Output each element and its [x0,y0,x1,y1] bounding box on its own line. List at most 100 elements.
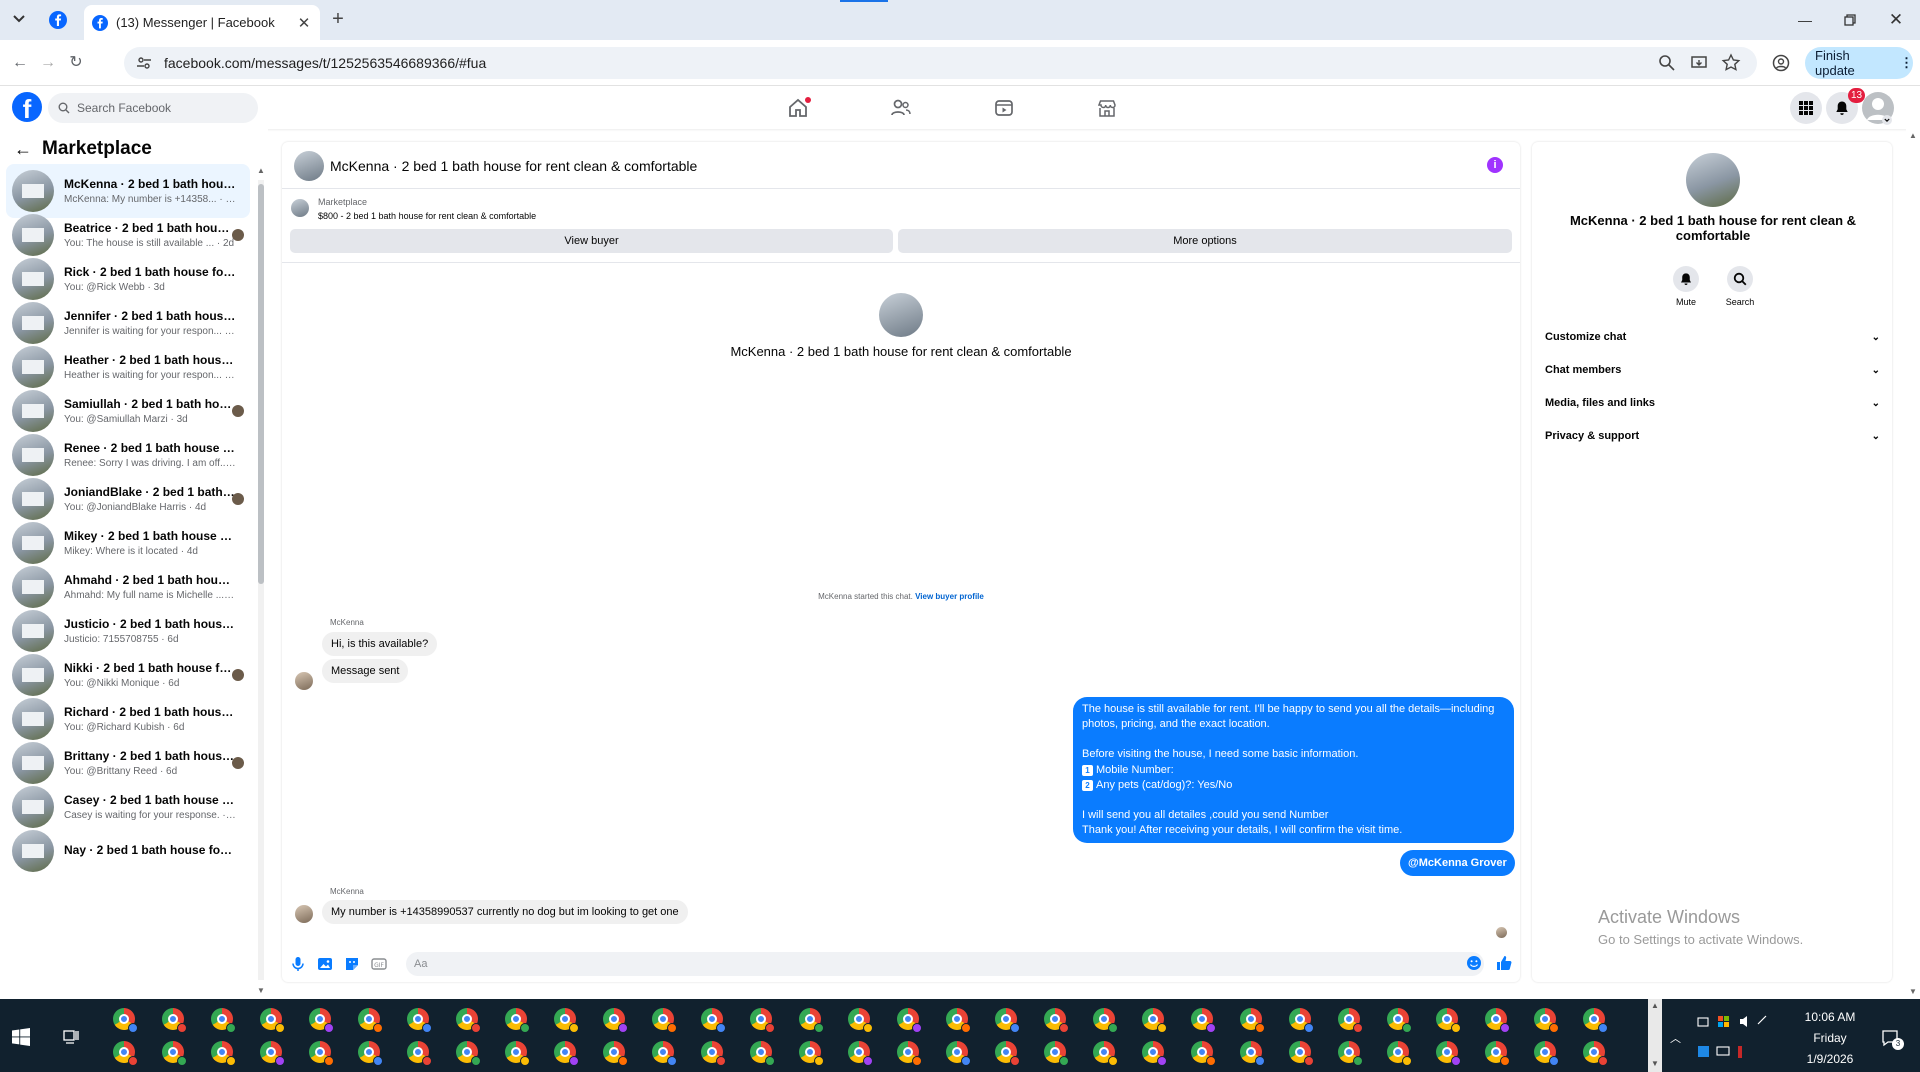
view-buyer-button[interactable]: View buyer [290,229,893,253]
outgoing-message[interactable]: The house is still available for rent. I… [1073,697,1514,843]
install-app-icon[interactable] [1689,53,1709,73]
chrome-profile-taskbar-icon[interactable] [897,1008,922,1033]
chrome-profile-taskbar-icon[interactable] [701,1041,726,1066]
chrome-profile-taskbar-icon[interactable] [1044,1041,1069,1066]
chrome-profile-taskbar-icon[interactable] [1142,1008,1167,1033]
photo-icon[interactable] [316,955,334,973]
chrome-profile-taskbar-icon[interactable] [1338,1008,1363,1033]
gif-icon[interactable]: GIF [370,955,388,973]
chrome-profile-taskbar-icon[interactable] [505,1008,530,1033]
chrome-profile-taskbar-icon[interactable] [211,1041,236,1066]
chrome-profile-taskbar-icon[interactable] [1093,1008,1118,1033]
scroll-up-icon[interactable]: ▲ [1651,1001,1659,1010]
marketplace-icon[interactable] [1095,96,1119,120]
chrome-profile-taskbar-icon[interactable] [113,1041,138,1066]
chrome-profile-taskbar-icon[interactable] [1583,1008,1608,1033]
incoming-message[interactable]: My number is +14358990537 currently no d… [322,900,688,924]
chrome-profile-taskbar-icon[interactable] [1240,1041,1265,1066]
show-hidden-icons-icon[interactable]: ︿ [1670,1030,1681,1046]
chrome-profile-taskbar-icon[interactable] [358,1041,383,1066]
finish-update-button[interactable]: Finish update ⋮ [1805,47,1913,79]
chrome-profile-taskbar-icon[interactable] [750,1008,775,1033]
chrome-profile-taskbar-icon[interactable] [1485,1041,1510,1066]
chrome-profile-taskbar-icon[interactable] [946,1008,971,1033]
chat-header-avatar[interactable] [294,151,324,181]
account-chevron-icon[interactable] [1882,115,1892,125]
chrome-profile-taskbar-icon[interactable] [1289,1008,1314,1033]
taskbar-scrollbar[interactable]: ▲ ▼ [1648,999,1662,1072]
chrome-profile-taskbar-icon[interactable] [1387,1041,1412,1066]
scroll-down-icon[interactable]: ▼ [257,986,265,995]
scroll-down-icon[interactable]: ▼ [1909,987,1917,996]
section-media-files-links[interactable]: Media, files and links ⌄ [1545,393,1880,413]
back-arrow-icon[interactable]: ← [14,140,34,160]
chrome-profile-taskbar-icon[interactable] [1338,1041,1363,1066]
chrome-profile-taskbar-icon[interactable] [848,1041,873,1066]
chrome-profile-taskbar-icon[interactable] [995,1008,1020,1033]
chrome-profile-taskbar-icon[interactable] [1093,1041,1118,1066]
chrome-profile-taskbar-icon[interactable] [260,1041,285,1066]
microphone-icon[interactable] [289,955,307,973]
conversation-item[interactable]: Nay · 2 bed 1 bath house for re... [6,824,250,878]
chrome-profile-taskbar-icon[interactable] [652,1008,677,1033]
chrome-profile-taskbar-icon[interactable] [260,1008,285,1033]
chrome-profile-taskbar-icon[interactable] [309,1008,334,1033]
chrome-profile-taskbar-icon[interactable] [1534,1041,1559,1066]
profile-icon[interactable] [1771,53,1791,73]
listing-thumbnail[interactable] [291,199,309,217]
page-scrollbar[interactable]: ▲ ▼ [1906,129,1920,999]
chrome-profile-taskbar-icon[interactable] [1485,1008,1510,1033]
chrome-profile-taskbar-icon[interactable] [1044,1008,1069,1033]
chrome-profile-taskbar-icon[interactable] [799,1008,824,1033]
chat-title[interactable]: McKenna · 2 bed 1 bath house for rent cl… [330,158,697,174]
clock-day[interactable]: Friday [1800,1031,1860,1045]
chrome-profile-taskbar-icon[interactable] [946,1041,971,1066]
view-buyer-profile-link[interactable]: View buyer profile [915,592,984,601]
chrome-profile-taskbar-icon[interactable] [603,1041,628,1066]
chrome-profile-taskbar-icon[interactable] [1191,1008,1216,1033]
address-bar[interactable]: facebook.com/messages/t/1252563546689366… [124,47,1757,79]
active-tab[interactable]: (13) Messenger | Facebook ✕ [84,5,320,40]
chrome-profile-taskbar-icon[interactable] [309,1041,334,1066]
chrome-profile-taskbar-icon[interactable] [1387,1008,1412,1033]
chrome-profile-taskbar-icon[interactable] [113,1008,138,1033]
chrome-profile-taskbar-icon[interactable] [1240,1008,1265,1033]
chrome-profile-taskbar-icon[interactable] [848,1008,873,1033]
more-options-button[interactable]: More options [898,229,1512,253]
chrome-profile-taskbar-icon[interactable] [1191,1041,1216,1066]
chrome-profile-taskbar-icon[interactable] [505,1041,530,1066]
chrome-profile-taskbar-icon[interactable] [211,1008,236,1033]
chrome-profile-taskbar-icon[interactable] [1436,1041,1461,1066]
section-customize-chat[interactable]: Customize chat ⌄ [1545,327,1880,347]
mute-button[interactable]: Mute [1666,266,1706,307]
menu-grid-button[interactable] [1790,92,1822,124]
chrome-profile-taskbar-icon[interactable] [554,1008,579,1033]
chrome-profile-taskbar-icon[interactable] [1289,1041,1314,1066]
chrome-profile-taskbar-icon[interactable] [456,1008,481,1033]
sender-avatar[interactable] [295,905,313,923]
chrome-profile-taskbar-icon[interactable] [652,1041,677,1066]
info-avatar[interactable] [1686,153,1740,207]
section-privacy-support[interactable]: Privacy & support ⌄ [1545,426,1880,446]
chrome-profile-taskbar-icon[interactable] [554,1041,579,1066]
chrome-profile-taskbar-icon[interactable] [603,1008,628,1033]
close-window-button[interactable]: ✕ [1884,8,1908,32]
outgoing-mention-message[interactable]: @McKenna Grover [1400,850,1515,876]
sender-avatar[interactable] [295,672,313,690]
sticker-icon[interactable] [343,955,361,973]
scrollbar-thumb[interactable] [258,184,264,584]
tab-search-button[interactable] [8,8,30,30]
facebook-logo-icon[interactable]: f [12,92,42,122]
section-chat-members[interactable]: Chat members ⌄ [1545,360,1880,380]
chrome-profile-taskbar-icon[interactable] [1534,1008,1559,1033]
chrome-profile-taskbar-icon[interactable] [407,1008,432,1033]
chrome-profile-taskbar-icon[interactable] [162,1008,187,1033]
chrome-profile-taskbar-icon[interactable] [407,1041,432,1066]
scroll-up-icon[interactable]: ▲ [1909,131,1917,140]
chrome-profile-taskbar-icon[interactable] [456,1041,481,1066]
close-tab-icon[interactable]: ✕ [296,15,312,32]
thumbs-up-icon[interactable] [1495,954,1513,972]
minimize-window-button[interactable]: — [1793,8,1817,32]
chrome-profile-taskbar-icon[interactable] [701,1008,726,1033]
chrome-profile-taskbar-icon[interactable] [1583,1041,1608,1066]
